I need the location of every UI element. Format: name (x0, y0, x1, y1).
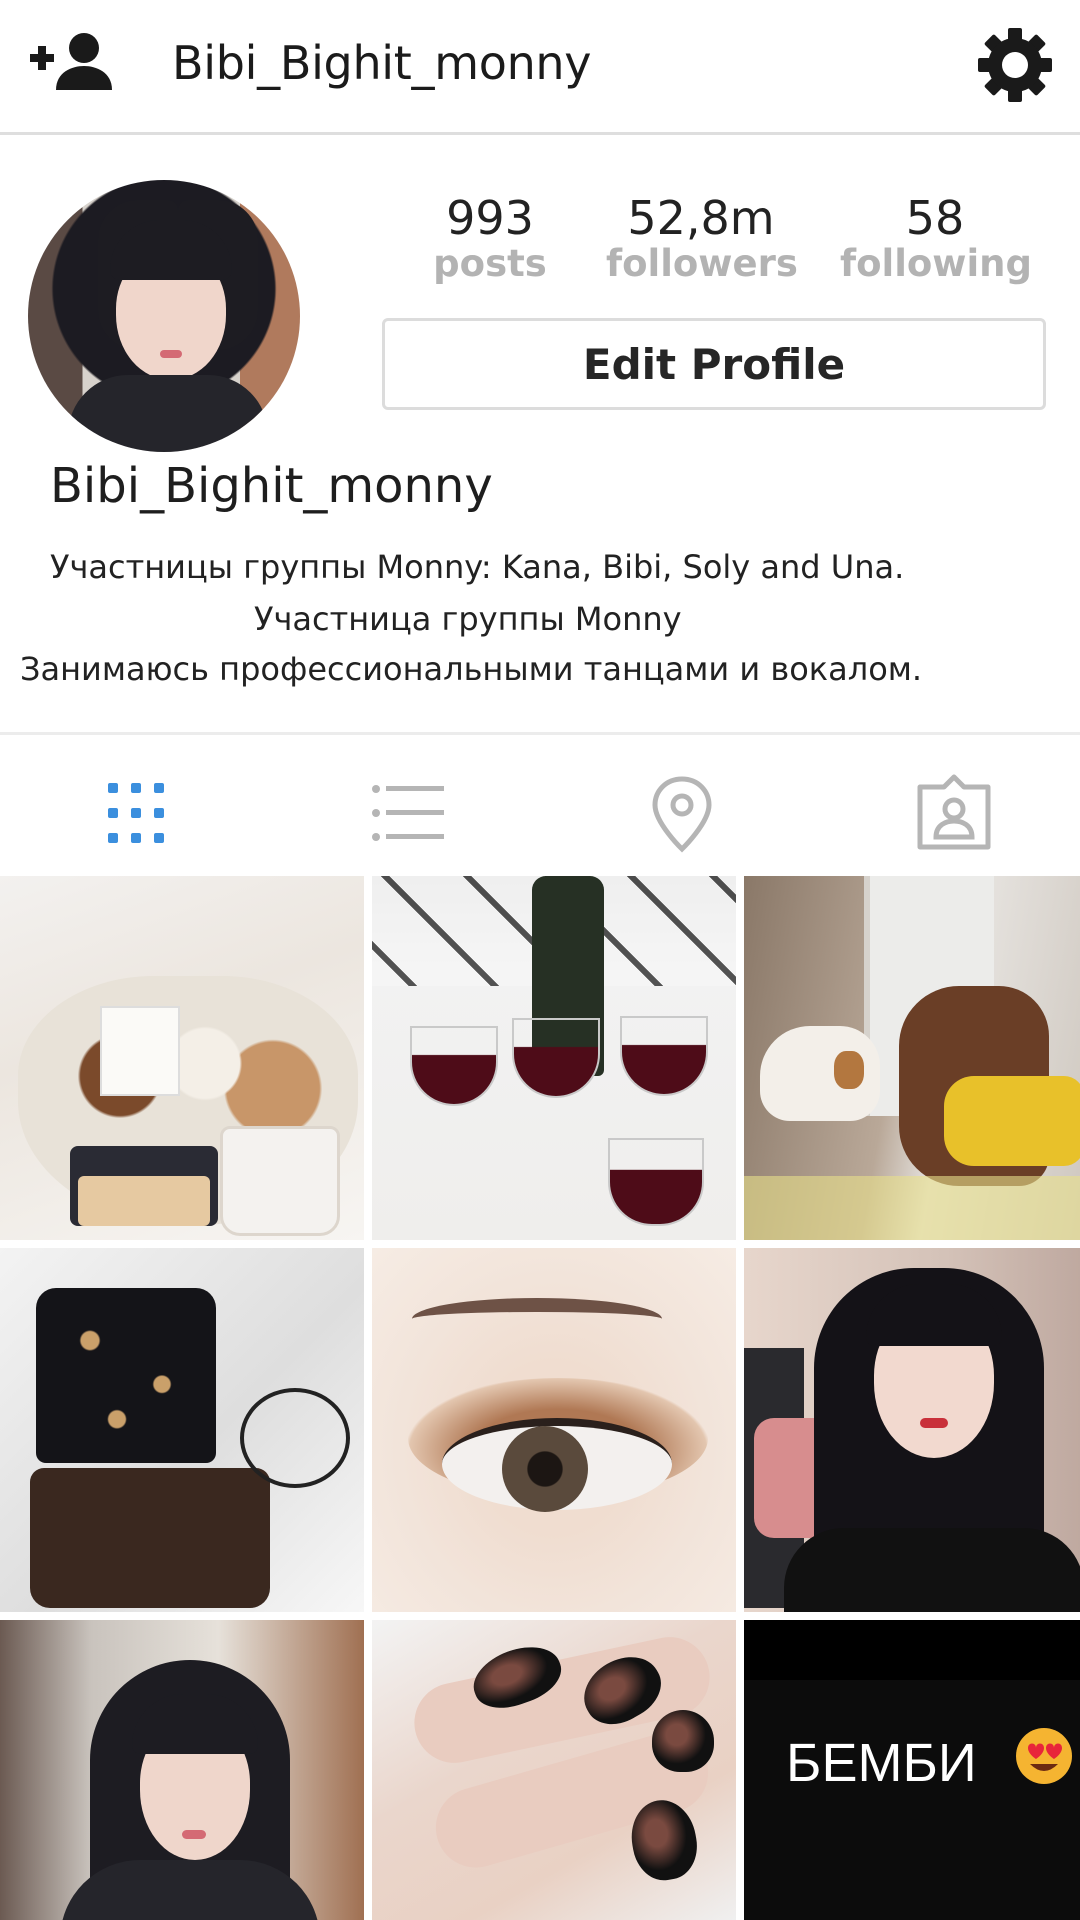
dog-ear (834, 1051, 864, 1089)
post-thumbnail-wine-glasses[interactable] (372, 876, 736, 1240)
followers-count: 52,8m (627, 191, 775, 245)
profile-stats: 993 posts 52,8m followers 58 following (420, 192, 1060, 292)
post-thumbnail-nails[interactable] (372, 1620, 736, 1920)
display-name: Bibi_Bighit_monny (50, 458, 493, 514)
nail (652, 1710, 714, 1772)
avatar[interactable] (28, 180, 300, 452)
location-pin-icon[interactable] (642, 773, 722, 853)
heart-eyes-emoji-icon (1014, 1726, 1074, 1786)
eyebrow (412, 1298, 662, 1340)
chair (744, 1176, 1080, 1240)
post-thumbnail-dog[interactable] (744, 876, 1080, 1240)
tagged-person-icon[interactable] (914, 773, 994, 853)
stat-following[interactable]: 58 following (840, 191, 1032, 285)
profile-tab-bar (0, 732, 1080, 876)
photo-grid: БЕМБИ (0, 876, 1080, 1920)
portrait-lips (920, 1418, 948, 1428)
wine-glass (410, 1026, 498, 1106)
add-user-icon[interactable] (28, 30, 120, 92)
gift-card (100, 1006, 180, 1096)
edit-profile-button[interactable]: Edit Profile (382, 318, 1046, 410)
followers-label: followers (606, 242, 798, 285)
iris (502, 1426, 588, 1512)
avatar-lips (160, 350, 182, 358)
stat-posts[interactable]: 993 posts (420, 192, 560, 284)
stat-followers[interactable]: 52,8m followers (606, 191, 798, 285)
header-username: Bibi_Bighit_monny (172, 36, 592, 90)
gift-candle (220, 1126, 340, 1236)
bembi-text: БЕМБИ (786, 1733, 977, 1793)
post-thumbnail-eye-makeup[interactable] (372, 1248, 736, 1612)
profile-page: Bibi_Bighit_monny 993 posts 52,8m follow… (0, 0, 1080, 1920)
post-thumbnail-outfit[interactable] (0, 1248, 364, 1612)
following-count: 58 (905, 191, 965, 245)
wine-glass (512, 1018, 600, 1098)
post-thumbnail-selfie[interactable] (0, 1620, 364, 1920)
top-bar: Bibi_Bighit_monny (0, 0, 1080, 135)
bio-line: Участница группы Monny (254, 600, 682, 638)
outfit-shorts (30, 1468, 270, 1608)
avatar-coat (68, 375, 268, 452)
gift-jar-label (78, 1176, 210, 1226)
gear-icon[interactable] (976, 26, 1054, 104)
bio-line: Занимаюсь профессиональными танцами и во… (20, 650, 923, 688)
selfie-lips (182, 1830, 206, 1839)
outfit-top (36, 1288, 216, 1463)
posts-count: 993 (446, 191, 534, 245)
outfit-strap (240, 1388, 350, 1488)
posts-label: posts (433, 242, 547, 285)
bio-line: Участницы группы Monny: Kana, Bibi, Soly… (50, 548, 905, 586)
bembi-top-band (744, 1620, 1080, 1680)
wine-glass (620, 1016, 708, 1096)
post-thumbnail-gift-box[interactable] (0, 876, 364, 1240)
portrait-top (784, 1528, 1080, 1612)
list-icon[interactable] (368, 773, 448, 853)
post-thumbnail-bembi[interactable]: БЕМБИ (744, 1620, 1080, 1920)
post-thumbnail-portrait[interactable] (744, 1248, 1080, 1612)
wine-glass (608, 1138, 704, 1226)
following-label: following (840, 242, 1032, 285)
grid-icon[interactable] (96, 773, 176, 853)
girl-shirt (944, 1076, 1080, 1166)
